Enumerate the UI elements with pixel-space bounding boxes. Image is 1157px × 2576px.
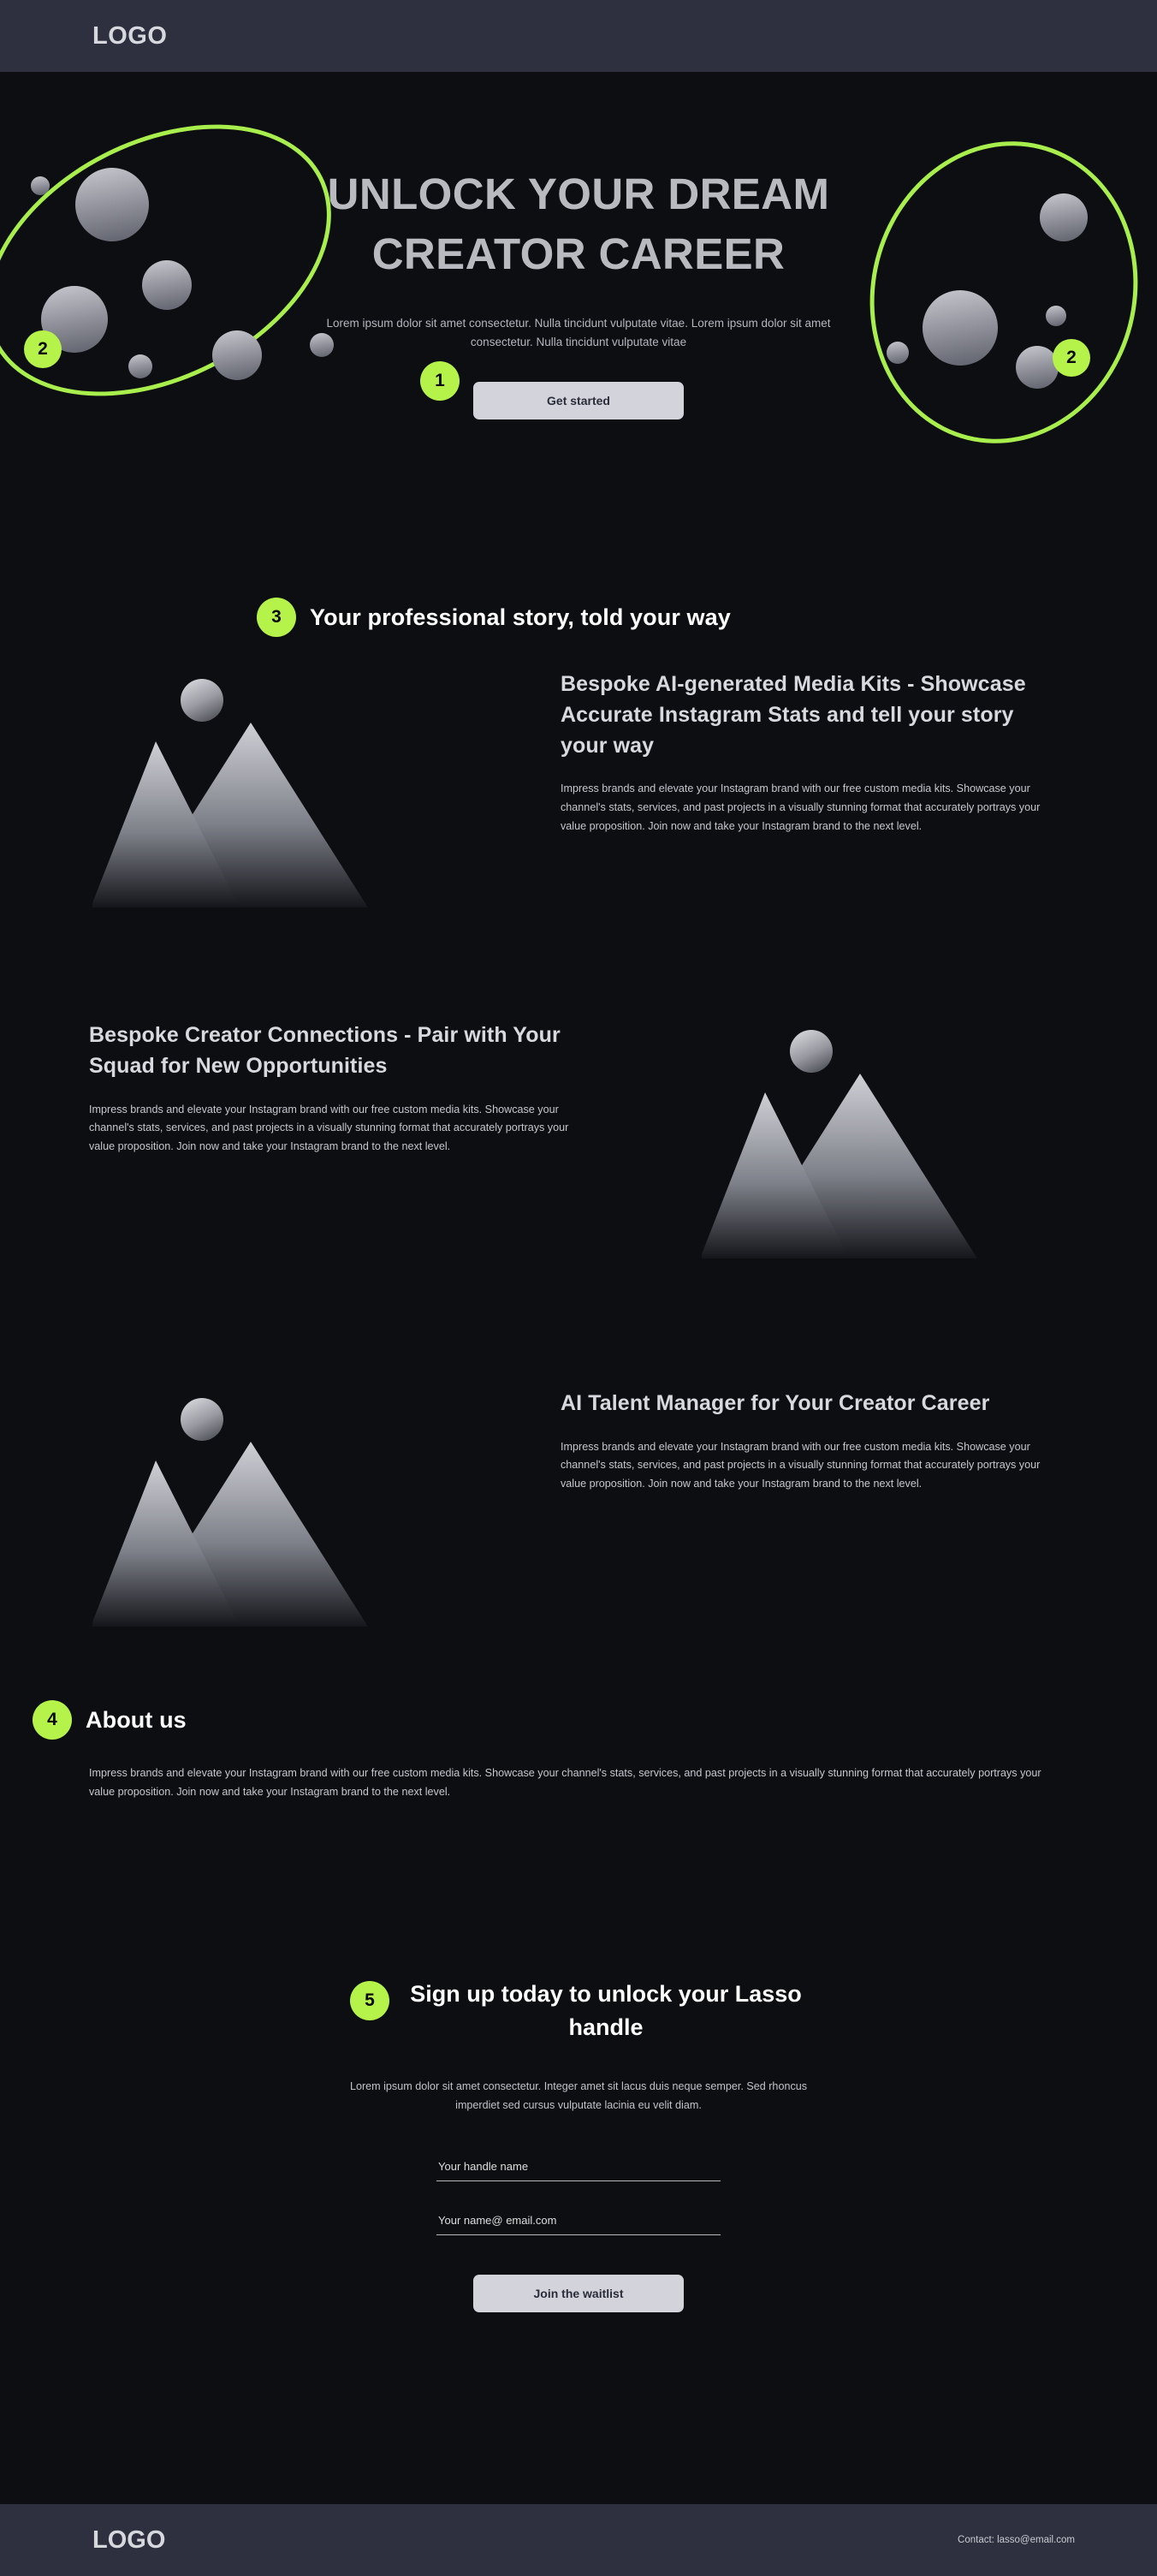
about-section-badge[interactable]: 4	[33, 1700, 72, 1740]
hero-cta-wrapper: 1 Get started	[420, 361, 684, 420]
waitlist-form: Join the waitlist	[436, 2159, 721, 2313]
feature-3-media	[92, 1370, 435, 1627]
feature-3-heading: AI Talent Manager for Your Creator Caree…	[561, 1391, 990, 1415]
feature-3-body: Impress brands and elevate your Instagra…	[561, 1440, 1041, 1490]
about-section-heading: 4 About us	[33, 1700, 187, 1740]
hero-content: UNLOCK YOUR DREAM CREATOR CAREER Lorem i…	[0, 164, 1157, 420]
feature-2-media	[702, 1002, 1044, 1258]
about-section-title: About us	[86, 1706, 187, 1733]
about-section-body: Impress brands and elevate your Instagra…	[89, 1767, 1041, 1799]
feature-3-copy: AI Talent Manager for Your Creator Caree…	[561, 1389, 1061, 1494]
signup-heading-row: 5 Sign up today to unlock your Lasso han…	[350, 1978, 807, 2044]
signup-section-badge[interactable]: 5	[350, 1981, 389, 2020]
signup-lead-text: Lorem ipsum dolor sit amet consectetur. …	[349, 2080, 808, 2112]
feature-2-copy: Bespoke Creator Connections - Pair with …	[89, 1020, 577, 1156]
feature-1-copy: Bespoke AI-generated Media Kits - Showca…	[561, 669, 1061, 836]
handle-name-input[interactable]	[436, 2160, 721, 2182]
hero-subtitle: Lorem ipsum dolor sit amet consectetur. …	[326, 316, 831, 348]
join-waitlist-button[interactable]: Join the waitlist	[473, 2275, 684, 2313]
signup-section: 5 Sign up today to unlock your Lasso han…	[0, 1978, 1157, 2313]
signup-section-title: Sign up today to unlock your Lasso handl…	[410, 1981, 802, 2041]
get-started-button[interactable]: Get started	[473, 382, 684, 420]
email-input[interactable]	[436, 2214, 721, 2236]
hero-section: 2 2 UNLOCK YOUR DREAM CREATOR CAREER Lor…	[0, 69, 1157, 594]
feature-1-body: Impress brands and elevate your Instagra…	[561, 782, 1041, 832]
header-logo[interactable]: LOGO	[92, 22, 167, 51]
mountain-icon	[702, 1002, 1044, 1258]
story-section-badge[interactable]: 3	[257, 598, 296, 637]
page-title: UNLOCK YOUR DREAM CREATOR CAREER	[0, 164, 1157, 285]
feature-2-body: Impress brands and elevate your Instagra…	[89, 1103, 569, 1152]
mountain-icon	[92, 651, 435, 907]
hero-title-line-1: UNLOCK YOUR DREAM	[327, 170, 830, 218]
story-section-title: Your professional story, told your way	[310, 604, 731, 630]
hero-cta-badge[interactable]: 1	[420, 361, 460, 402]
footer-logo[interactable]: LOGO	[92, 2526, 165, 2555]
mountain-icon	[92, 1370, 435, 1627]
site-footer: LOGO Contact: lasso@email.com	[0, 2504, 1157, 2576]
feature-2-heading: Bespoke Creator Connections - Pair with …	[89, 1023, 561, 1078]
footer-contact[interactable]: Contact: lasso@email.com	[958, 2535, 1075, 2545]
site-header: LOGO	[0, 0, 1157, 72]
story-section-heading: 3 Your professional story, told your way	[257, 598, 731, 637]
hero-title-line-2: CREATOR CAREER	[371, 229, 786, 279]
feature-1-heading: Bespoke AI-generated Media Kits - Showca…	[561, 672, 1026, 758]
feature-1-media	[92, 651, 435, 907]
